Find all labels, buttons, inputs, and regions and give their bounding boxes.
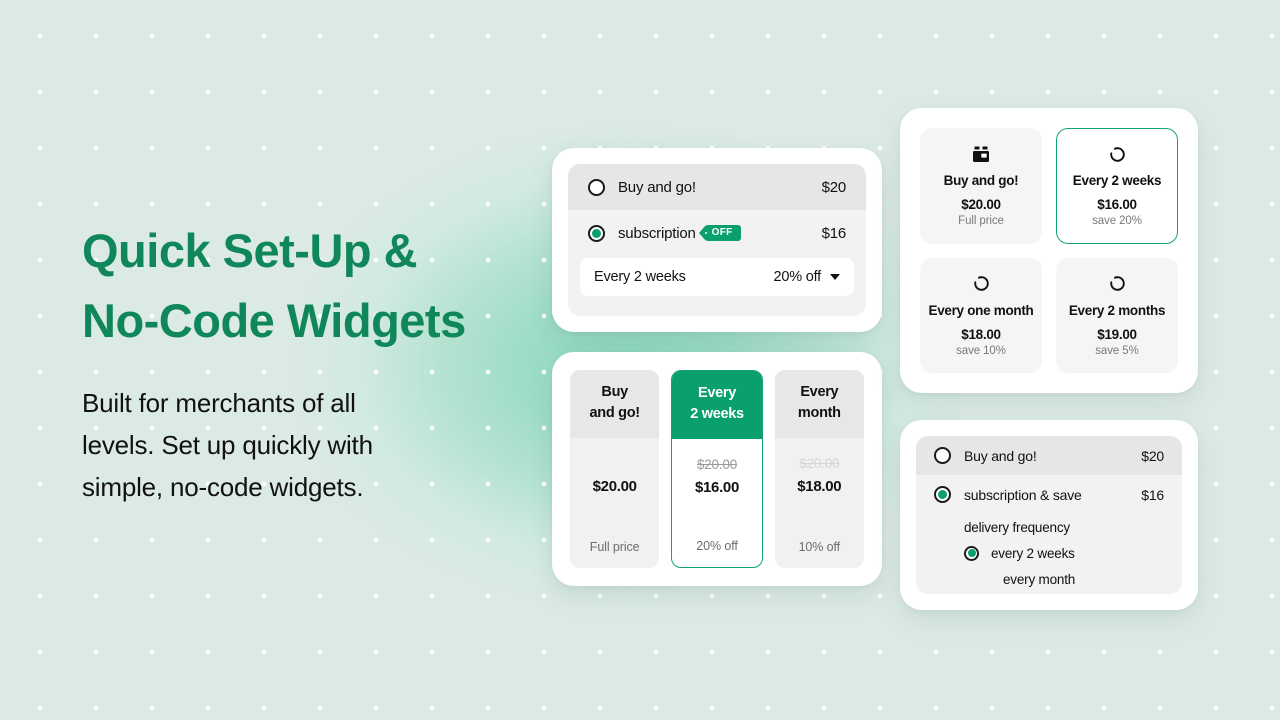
plan-column-title: Every month [774,370,864,438]
plan-tile-price: $20.00 [961,197,1001,213]
plan-tile-price: $18.00 [961,326,1001,342]
radio-icon-selected[interactable] [964,545,979,561]
plan-column-title: Buy and go! [570,370,660,438]
plan-column-buy-and-go[interactable]: Buy and go! $20.00 Full price [570,370,660,568]
plan-tile-title: Buy and go! [943,173,1019,189]
refresh-icon [1109,144,1126,164]
plan-tile-title: Every 2 weeks [1072,173,1162,189]
option-price: $20 [1141,447,1164,464]
plan-tile-save: Full price [958,215,1004,228]
plan-tile-save: save 5% [1095,344,1139,357]
plan-old-price: $20.00 [696,457,738,472]
plan-column-body: $20.00 $16.00 20% off [672,439,761,567]
plan-tile-every-2-weeks[interactable]: Every 2 weeks $16.00 save 20% [1056,128,1178,244]
plan-tile-title: Every 2 months [1068,302,1166,318]
plan-column-every-month[interactable]: Every month $20.00 $18.00 10% off [774,370,864,568]
plan-note: 20% off [696,539,738,553]
plan-tile-price: $19.00 [1097,326,1137,342]
plan-note: 10% off [798,540,841,554]
plan-price: $20.00 [592,478,637,495]
frequency-option-label: every 2 weeks [991,545,1075,561]
radio-icon-unselected[interactable] [588,178,605,196]
plan-tile-title: Every one month [928,302,1034,318]
delivery-frequency-heading: delivery frequency [964,519,1070,535]
discount-tag-badge: OFF [704,225,741,241]
widget-columns-card: Buy and go! $20.00 Full price Every 2 we… [552,352,882,586]
refresh-icon [973,274,990,294]
widget-radio-select-card: Buy and go! $20 subscription OFF $16 Eve… [552,148,882,332]
plan-tile-save: save 20% [1092,215,1142,228]
plan-old-price: $20.00 [799,456,840,471]
plan-price: $18.00 [797,478,842,495]
plan-tile-every-2-months[interactable]: Every 2 months $19.00 save 5% [1056,257,1178,373]
option-label: subscription & save [964,486,1082,503]
plan-tile-price: $16.00 [1097,197,1137,213]
option-price: $20 [821,178,847,196]
option-label: Buy and go! [618,178,696,196]
option-label: subscription [618,224,696,242]
frequency-option-every-2-weeks[interactable]: every 2 weeks [916,540,1182,566]
hero-copy: Quick Set-Up & No-Code Widgets Built for… [82,216,552,508]
nested-option-subscription-save[interactable]: subscription & save $16 [916,475,1182,514]
frequency-select[interactable]: Every 2 weeks 20% off [580,258,854,296]
plan-note: Full price [589,540,640,554]
widget-grid-card: Buy and go! $20.00 Full price Every 2 we… [900,108,1198,393]
plan-tile-save: save 10% [956,344,1006,357]
plan-price: $16.00 [694,479,740,496]
frequency-select-discount: 20% off [773,269,821,285]
plan-columns: Buy and go! $20.00 Full price Every 2 we… [570,370,864,568]
plan-tile-every-one-month[interactable]: Every one month $18.00 save 10% [920,257,1042,373]
plan-tile-grid: Buy and go! $20.00 Full price Every 2 we… [920,128,1178,373]
nested-radio-panel: Buy and go! $20 subscription & save $16 … [916,436,1182,594]
nested-option-buy-and-go[interactable]: Buy and go! $20 [916,436,1182,475]
shopping-basket-icon [972,144,990,164]
plan-tile-buy-and-go[interactable]: Buy and go! $20.00 Full price [920,128,1042,244]
radio-option-subscription[interactable]: subscription OFF $16 [568,210,866,256]
radio-icon-unselected[interactable] [934,447,951,464]
plan-column-title: Every 2 weeks [672,371,762,439]
frequency-option-label: every month [1003,571,1076,587]
plan-column-every-2-weeks[interactable]: Every 2 weeks $20.00 $16.00 20% off [671,370,763,568]
chevron-down-icon[interactable] [830,274,840,280]
option-price: $16 [1141,486,1164,503]
hero-description: Built for merchants of all levels. Set u… [82,388,373,502]
option-price: $16 [821,224,847,242]
radio-icon-selected[interactable] [934,486,951,503]
frequency-option-every-month[interactable]: every month [916,566,1182,592]
plan-column-body: $20.00 $18.00 10% off [775,438,864,568]
widget-nested-radio-card: Buy and go! $20 subscription & save $16 … [900,420,1198,610]
plan-column-body: $20.00 Full price [570,438,659,568]
radio-option-buy-and-go[interactable]: Buy and go! $20 [568,164,866,210]
radio-icon-selected[interactable] [588,224,605,242]
refresh-icon [1109,274,1126,294]
option-label: Buy and go! [964,447,1037,464]
radio-select-panel: Buy and go! $20 subscription OFF $16 Eve… [568,164,866,316]
page-title: Quick Set-Up & No-Code Widgets [82,224,466,347]
frequency-select-value: Every 2 weeks [594,269,686,285]
